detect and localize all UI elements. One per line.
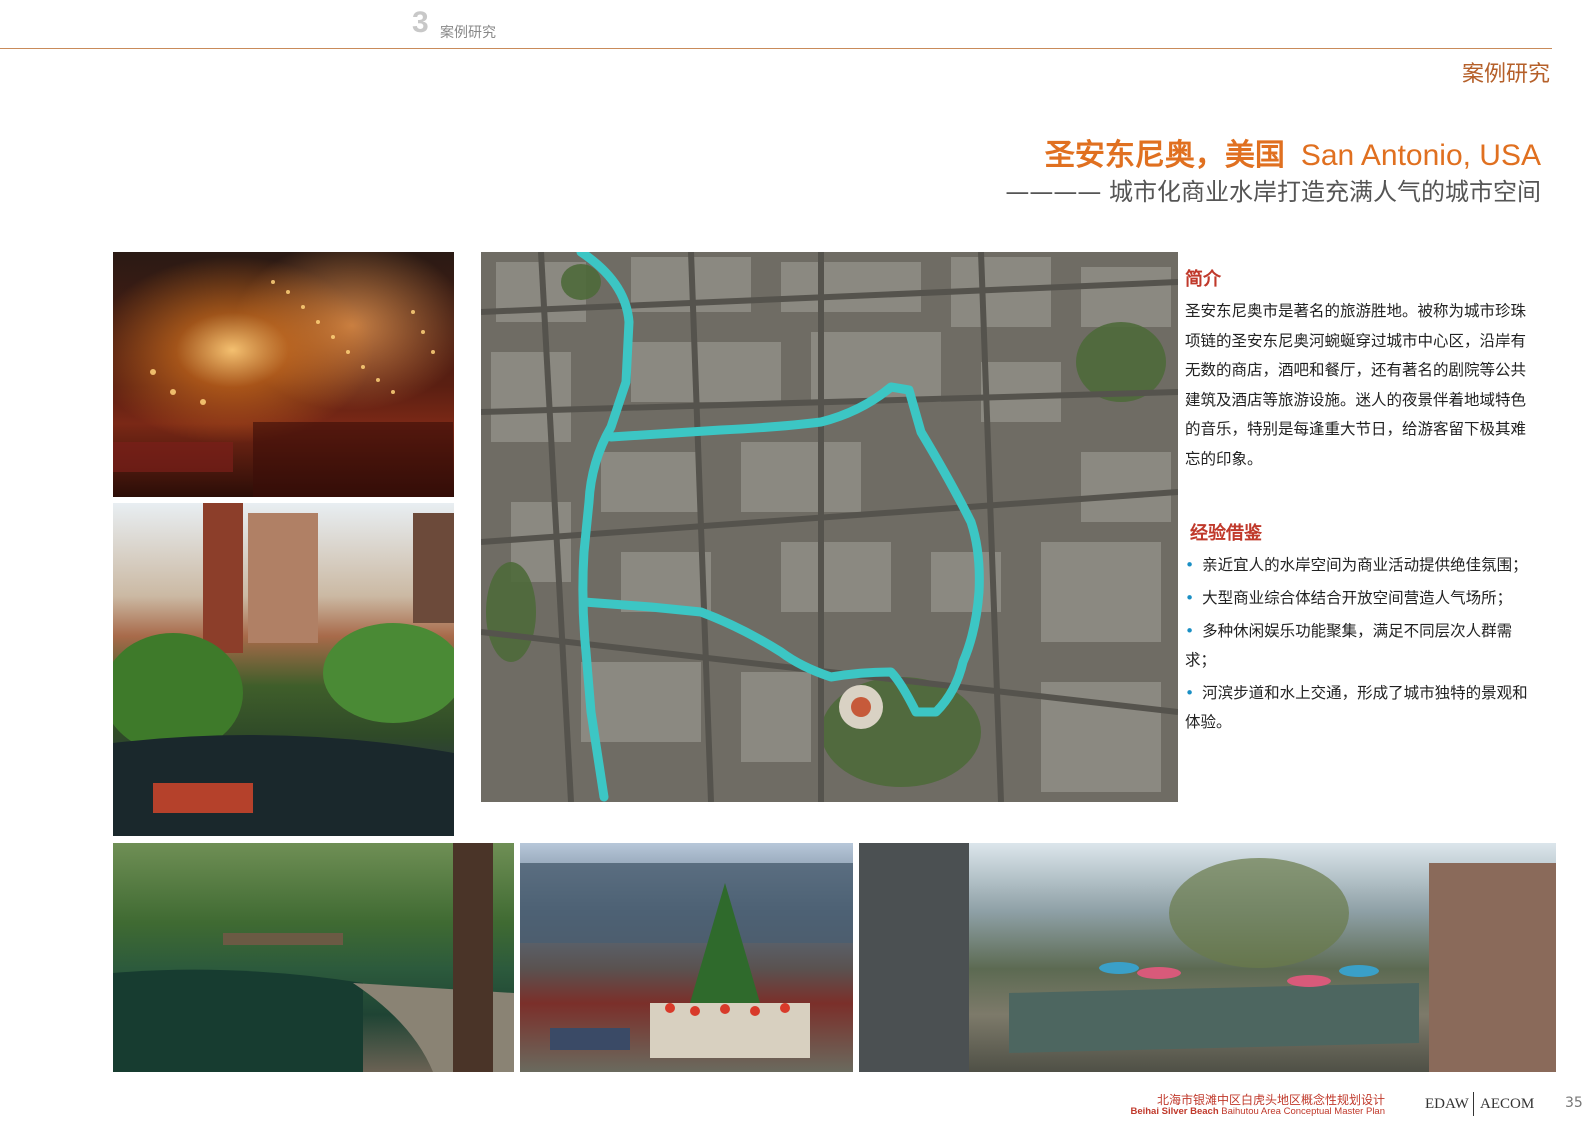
page-subtitle: ———— 城市化商业水岸打造充满人气的城市空间 — [1005, 178, 1541, 206]
experience-list: • 亲近宜人的水岸空间为商业活动提供绝佳氛围； • 大型商业综合体结合开放空间营造人… — [1185, 551, 1540, 741]
footer-en-rest: Baihutou Area Conceptual Master Plan — [1221, 1106, 1385, 1117]
intro-paragraph: 圣安东尼奥市是著名的旅游胜地。被称为城市珍珠项链的圣安东尼奥河蜿蜒穿过城市中心区… — [1185, 302, 1527, 468]
footer-project-title-en: Beihai Silver Beach Baihutou Area Concep… — [1130, 1106, 1385, 1117]
bullet-icon: • — [1185, 589, 1195, 607]
experience-heading: 经验借鉴 — [1190, 523, 1262, 544]
night-lights-graphic — [113, 280, 453, 497]
river-boat-photo — [113, 503, 454, 836]
riverside-dining-graphic — [859, 843, 1556, 1072]
riverwalk-trees-graphic — [113, 843, 514, 1072]
section-title-right: 案例研究 — [1461, 62, 1550, 87]
river-boat-graphic — [113, 503, 454, 836]
bullet-icon: • — [1185, 556, 1195, 574]
list-item: • 河滨步道和水上交通，形成了城市独特的景观和体验。 — [1185, 679, 1540, 737]
list-item-text: 亲近宜人的水岸空间为商业活动提供绝佳氛围； — [1202, 556, 1528, 574]
list-item-text: 大型商业综合体结合开放空间营造人气场所； — [1202, 589, 1513, 607]
section-label: 案例研究 — [440, 25, 496, 41]
river-walk-night-photo — [113, 252, 454, 497]
title-chinese: 圣安东尼奥，美国 — [1044, 138, 1285, 173]
header-rule — [0, 48, 1552, 49]
list-item: • 多种休闲娱乐功能聚集，满足不同层次人群需求； — [1185, 617, 1540, 675]
page-number: 35 — [1565, 1095, 1583, 1111]
bullet-icon: • — [1185, 622, 1195, 640]
section-number: 3 — [412, 6, 429, 39]
riverside-dining-photo — [859, 843, 1556, 1072]
christmas-tree-graphic — [520, 863, 853, 1058]
aerial-map-graphic — [481, 252, 1178, 802]
logo-divider — [1473, 1092, 1474, 1116]
title-english: San Antonio, USA — [1300, 139, 1541, 172]
christmas-tree-photo — [520, 843, 853, 1072]
list-item-text: 河滨步道和水上交通，形成了城市独特的景观和体验。 — [1185, 684, 1528, 731]
list-item: • 大型商业综合体结合开放空间营造人气场所； — [1185, 584, 1540, 613]
aerial-map — [481, 252, 1178, 802]
page-title: 圣安东尼奥，美国 San Antonio, USA — [1045, 130, 1541, 174]
intro-heading: 简介 — [1185, 269, 1221, 290]
footer-en-bold: Beihai Silver Beach — [1130, 1106, 1219, 1117]
aecom-logo: AECOM — [1480, 1096, 1535, 1112]
bullet-icon: • — [1185, 684, 1195, 702]
riverwalk-trees-photo — [113, 843, 514, 1072]
list-item-text: 多种休闲娱乐功能聚集，满足不同层次人群需求； — [1185, 622, 1513, 669]
list-item: • 亲近宜人的水岸空间为商业活动提供绝佳氛围； — [1185, 551, 1540, 580]
edaw-logo: EDAW — [1425, 1096, 1469, 1112]
